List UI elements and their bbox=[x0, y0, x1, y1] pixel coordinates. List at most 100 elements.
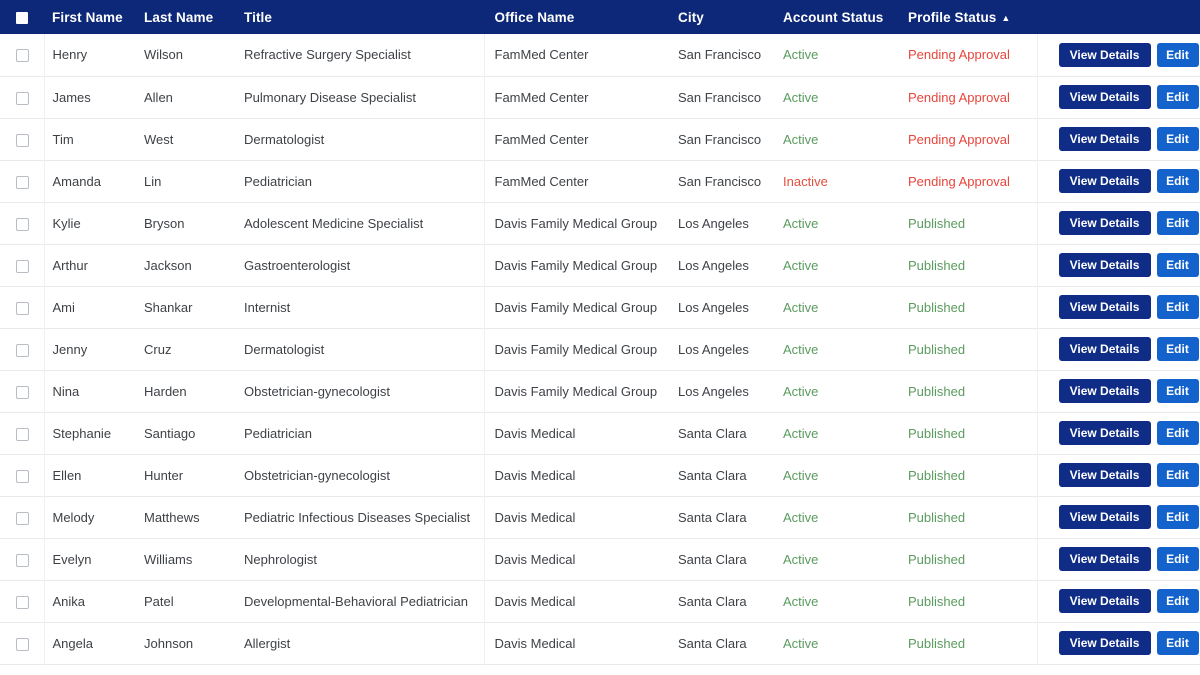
edit-button[interactable]: Edit bbox=[1156, 295, 1199, 319]
row-select-cell[interactable] bbox=[0, 454, 45, 496]
row-select-cell[interactable] bbox=[0, 244, 45, 286]
row-select-cell[interactable] bbox=[0, 118, 45, 160]
row-select-cell[interactable] bbox=[0, 34, 45, 76]
profile-status-badge: Published bbox=[908, 509, 966, 525]
view-details-button[interactable]: View Details bbox=[1058, 42, 1151, 67]
cell-title: Pediatrician bbox=[244, 160, 484, 202]
row-select-cell[interactable] bbox=[0, 370, 45, 412]
row-action-group: View Details Edit bbox=[1038, 547, 1200, 571]
cell-city-text: San Francisco bbox=[678, 173, 762, 189]
row-select-cell[interactable] bbox=[0, 496, 45, 538]
edit-button[interactable]: Edit bbox=[1156, 85, 1199, 109]
edit-button[interactable]: Edit bbox=[1156, 547, 1199, 571]
row-select-cell[interactable] bbox=[0, 538, 45, 580]
cell-first-name: Ellen bbox=[44, 454, 144, 496]
row-select-checkbox[interactable] bbox=[16, 469, 29, 483]
row-select-checkbox[interactable] bbox=[16, 175, 29, 189]
view-details-button[interactable]: View Details bbox=[1058, 631, 1151, 655]
view-details-button[interactable]: View Details bbox=[1058, 547, 1151, 571]
row-select-cell[interactable] bbox=[0, 328, 45, 370]
row-select-checkbox[interactable] bbox=[16, 301, 29, 315]
cell-account-status: Active bbox=[781, 328, 906, 370]
row-select-cell[interactable] bbox=[0, 76, 45, 118]
view-details-button[interactable]: View Details bbox=[1058, 169, 1151, 193]
cell-last-name: Jackson bbox=[144, 244, 244, 286]
edit-button[interactable]: Edit bbox=[1156, 211, 1199, 235]
row-select-cell[interactable] bbox=[0, 286, 45, 328]
row-select-checkbox[interactable] bbox=[16, 91, 29, 105]
edit-button[interactable]: Edit bbox=[1156, 505, 1199, 529]
cell-profile-status: Published bbox=[906, 244, 1037, 286]
view-details-button[interactable]: View Details bbox=[1058, 295, 1151, 319]
cell-first-name-text: Jenny bbox=[52, 341, 88, 357]
cell-city-text: San Francisco bbox=[678, 131, 762, 147]
row-select-checkbox[interactable] bbox=[16, 511, 29, 525]
row-select-checkbox[interactable] bbox=[16, 427, 29, 441]
cell-office-name-text: Davis Family Medical Group bbox=[494, 215, 658, 231]
column-header-account-status-label: Account Status bbox=[783, 9, 884, 25]
view-details-button[interactable]: View Details bbox=[1058, 211, 1151, 235]
view-details-button[interactable]: View Details bbox=[1058, 463, 1151, 487]
edit-button[interactable]: Edit bbox=[1156, 379, 1199, 403]
cell-city: Santa Clara bbox=[676, 412, 781, 454]
account-status-badge: Active bbox=[783, 509, 819, 525]
column-header-first-name[interactable]: First Name bbox=[44, 0, 144, 34]
table-row: Ellen Hunter Obstetrician-gynecologist Davi… bbox=[0, 454, 1200, 496]
row-select-checkbox[interactable] bbox=[16, 385, 29, 399]
edit-button[interactable]: Edit bbox=[1156, 42, 1199, 67]
cell-title: Gastroenterologist bbox=[244, 244, 484, 286]
row-select-cell[interactable] bbox=[0, 580, 45, 622]
column-header-profile-status[interactable]: Profile Status ▲ bbox=[906, 0, 1037, 34]
row-select-cell[interactable] bbox=[0, 160, 45, 202]
select-all-header-cell[interactable] bbox=[0, 0, 44, 34]
row-select-cell[interactable] bbox=[0, 412, 45, 454]
row-select-cell[interactable] bbox=[0, 622, 45, 664]
select-all-checkbox[interactable] bbox=[16, 11, 28, 24]
view-details-button[interactable]: View Details bbox=[1058, 505, 1151, 529]
row-select-checkbox[interactable] bbox=[16, 49, 29, 63]
view-details-button[interactable]: View Details bbox=[1058, 337, 1151, 361]
cell-title-text: Refractive Surgery Specialist bbox=[244, 47, 411, 63]
column-header-last-name[interactable]: Last Name bbox=[144, 0, 244, 34]
cell-profile-status: Published bbox=[906, 454, 1037, 496]
cell-first-name-text: Ellen bbox=[52, 467, 82, 483]
column-header-title[interactable]: Title bbox=[244, 0, 484, 34]
view-details-button[interactable]: View Details bbox=[1058, 253, 1151, 277]
cell-city: Los Angeles bbox=[676, 286, 781, 328]
edit-button[interactable]: Edit bbox=[1156, 421, 1199, 445]
cell-office-name-text: Davis Medical bbox=[494, 635, 576, 651]
row-select-cell[interactable] bbox=[0, 202, 45, 244]
provider-directory-table-container: First Name Last Name Title Office Name C… bbox=[0, 0, 1200, 675]
row-select-checkbox[interactable] bbox=[16, 637, 29, 651]
row-select-checkbox[interactable] bbox=[16, 595, 29, 609]
cell-title-text: Allergist bbox=[244, 635, 291, 651]
view-details-button[interactable]: View Details bbox=[1058, 421, 1151, 445]
account-status-badge: Active bbox=[783, 131, 819, 147]
edit-button[interactable]: Edit bbox=[1156, 127, 1199, 151]
edit-button[interactable]: Edit bbox=[1156, 589, 1199, 613]
column-header-account-status[interactable]: Account Status bbox=[781, 0, 906, 34]
edit-button[interactable]: Edit bbox=[1156, 169, 1199, 193]
cell-city-text: Santa Clara bbox=[678, 635, 747, 651]
view-details-button[interactable]: View Details bbox=[1058, 85, 1151, 109]
edit-button[interactable]: Edit bbox=[1156, 253, 1199, 277]
row-select-checkbox[interactable] bbox=[16, 217, 29, 231]
cell-last-name-text: Wilson bbox=[144, 47, 184, 63]
table-row: James Allen Pulmonary Disease Specialist Fa… bbox=[0, 76, 1200, 118]
edit-button[interactable]: Edit bbox=[1156, 463, 1199, 487]
column-header-city[interactable]: City bbox=[676, 0, 781, 34]
row-select-checkbox[interactable] bbox=[16, 133, 29, 147]
profile-status-badge: Published bbox=[908, 425, 966, 441]
edit-button[interactable]: Edit bbox=[1156, 337, 1199, 361]
view-details-button[interactable]: View Details bbox=[1058, 589, 1151, 613]
view-details-button[interactable]: View Details bbox=[1058, 379, 1151, 403]
row-select-checkbox[interactable] bbox=[16, 553, 29, 567]
column-header-office-name[interactable]: Office Name bbox=[484, 0, 676, 34]
row-select-checkbox[interactable] bbox=[16, 343, 29, 357]
cell-office-name-text: Davis Medical bbox=[494, 509, 576, 525]
view-details-button[interactable]: View Details bbox=[1058, 127, 1151, 151]
row-select-checkbox[interactable] bbox=[16, 259, 29, 273]
cell-last-name: Bryson bbox=[144, 202, 244, 244]
edit-button[interactable]: Edit bbox=[1156, 631, 1199, 655]
cell-account-status: Active bbox=[781, 34, 906, 76]
